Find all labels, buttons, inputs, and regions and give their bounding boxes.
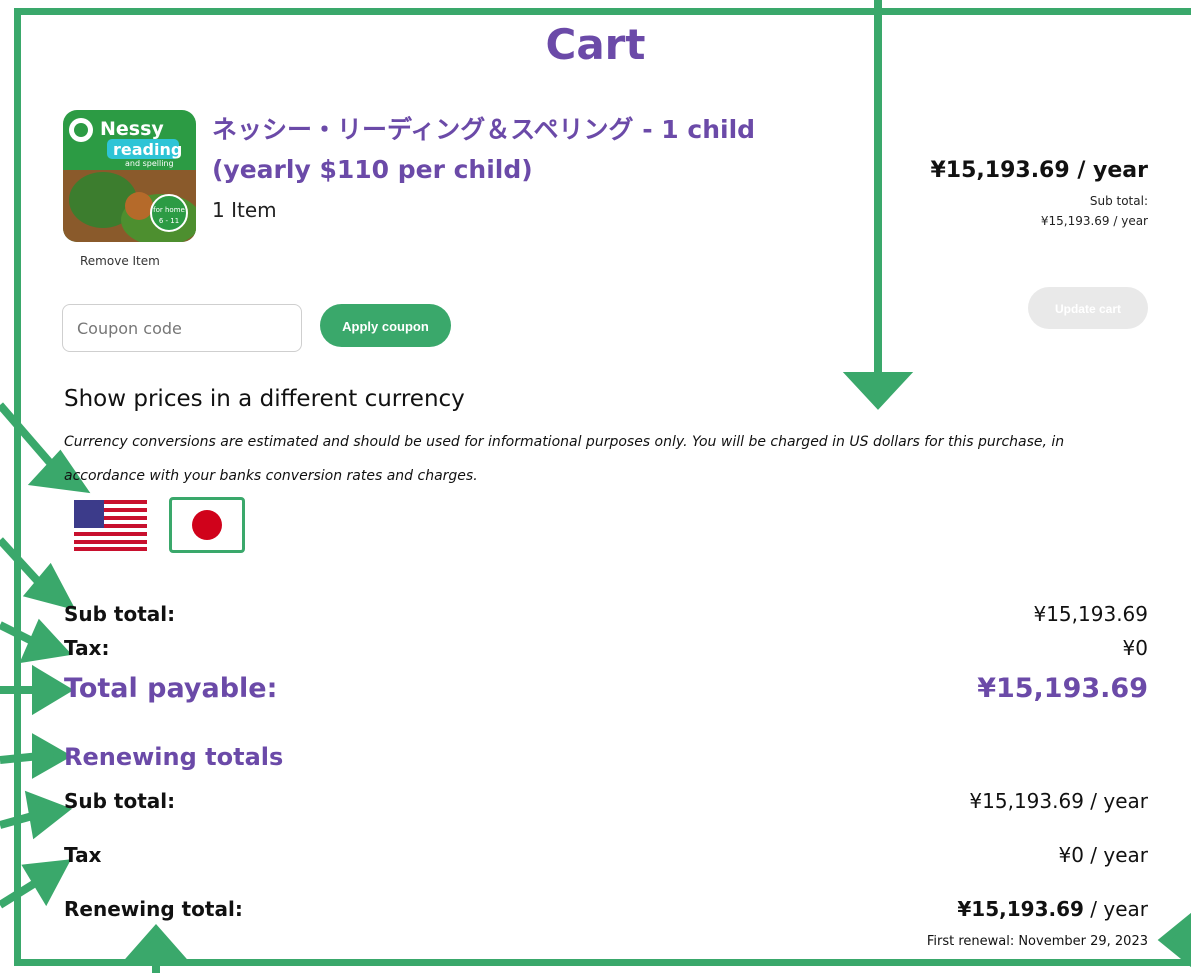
subtotal-value: ¥15,193.69 — [1033, 602, 1148, 626]
renewing-subtotal-row: Sub total: ¥15,193.69 / year — [64, 789, 1148, 815]
logo-nessy: Nessy — [100, 118, 164, 140]
tax-label: Tax: — [64, 636, 110, 660]
product-name-line2: (yearly $110 per child) — [212, 155, 533, 184]
total-payable-label: Total payable: — [64, 673, 278, 704]
japan-flag-icon[interactable] — [169, 497, 245, 553]
product-name-line1: ネッシー・リーディング＆スペリング - 1 child — [212, 115, 756, 144]
product-subtotal-value: ¥15,193.69 / year — [1040, 214, 1148, 228]
renewing-total-label: Renewing total: — [64, 897, 243, 921]
tax-value: ¥0 — [1122, 636, 1148, 660]
total-payable-row: Total payable: ¥15,193.69 — [64, 673, 1148, 707]
update-cart-button[interactable]: Update cart — [1028, 287, 1148, 329]
tax-row: Tax: ¥0 — [64, 636, 1148, 662]
apply-coupon-button[interactable]: Apply coupon — [320, 304, 451, 347]
logo-badge: for home — [153, 206, 185, 214]
first-renewal-row: First renewal: November 29, 2023 — [64, 934, 1148, 952]
us-flag-icon[interactable] — [74, 500, 147, 551]
renewing-total-unit: / year — [1083, 897, 1148, 921]
product-quantity: 1 Item — [212, 198, 277, 222]
renewing-total-amount: ¥15,193.69 — [957, 897, 1084, 921]
renewing-heading-row: Renewing totals — [64, 743, 1148, 773]
renewing-totals-heading: Renewing totals — [64, 743, 284, 771]
product-cover-image: Nessy reading and spelling for home 6 - … — [63, 110, 196, 242]
first-renewal-date: First renewal: November 29, 2023 — [926, 934, 1148, 949]
product-subtotal-label: Sub total: — [1089, 194, 1148, 208]
renewing-subtotal-value: ¥15,193.69 / year — [969, 789, 1148, 813]
renewing-subtotal-label: Sub total: — [64, 789, 176, 813]
currency-section-title: Show prices in a different currency — [64, 386, 465, 412]
page-title: Cart — [545, 20, 646, 69]
renewing-tax-value: ¥0 / year — [1058, 843, 1148, 867]
currency-disclaimer: Currency conversions are estimated and s… — [64, 434, 1065, 484]
product-image: Nessy reading and spelling for home 6 - … — [63, 110, 196, 242]
total-payable-value: ¥15,193.69 — [977, 673, 1148, 704]
renewing-tax-label: Tax — [64, 843, 102, 867]
subtotal-label: Sub total: — [64, 602, 176, 626]
renewing-total-value: ¥15,193.69 / year — [957, 897, 1148, 921]
logo-spelling: and spelling — [125, 159, 174, 168]
remove-item-link[interactable]: Remove Item — [80, 254, 160, 268]
logo-reading: reading — [113, 140, 182, 159]
coupon-code-input[interactable] — [62, 304, 302, 352]
renewing-tax-row: Tax ¥0 / year — [64, 843, 1148, 869]
subtotal-row: Sub total: ¥15,193.69 — [64, 602, 1148, 628]
renewing-total-row: Renewing total: ¥15,193.69 / year — [64, 897, 1148, 923]
logo-age: 6 - 11 — [159, 217, 179, 225]
product-name[interactable]: ネッシー・リーディング＆スペリング - 1 child (yearly $110… — [212, 110, 852, 190]
japan-flag-graphic — [192, 510, 222, 540]
product-price: ¥15,193.69 / year — [930, 158, 1149, 183]
